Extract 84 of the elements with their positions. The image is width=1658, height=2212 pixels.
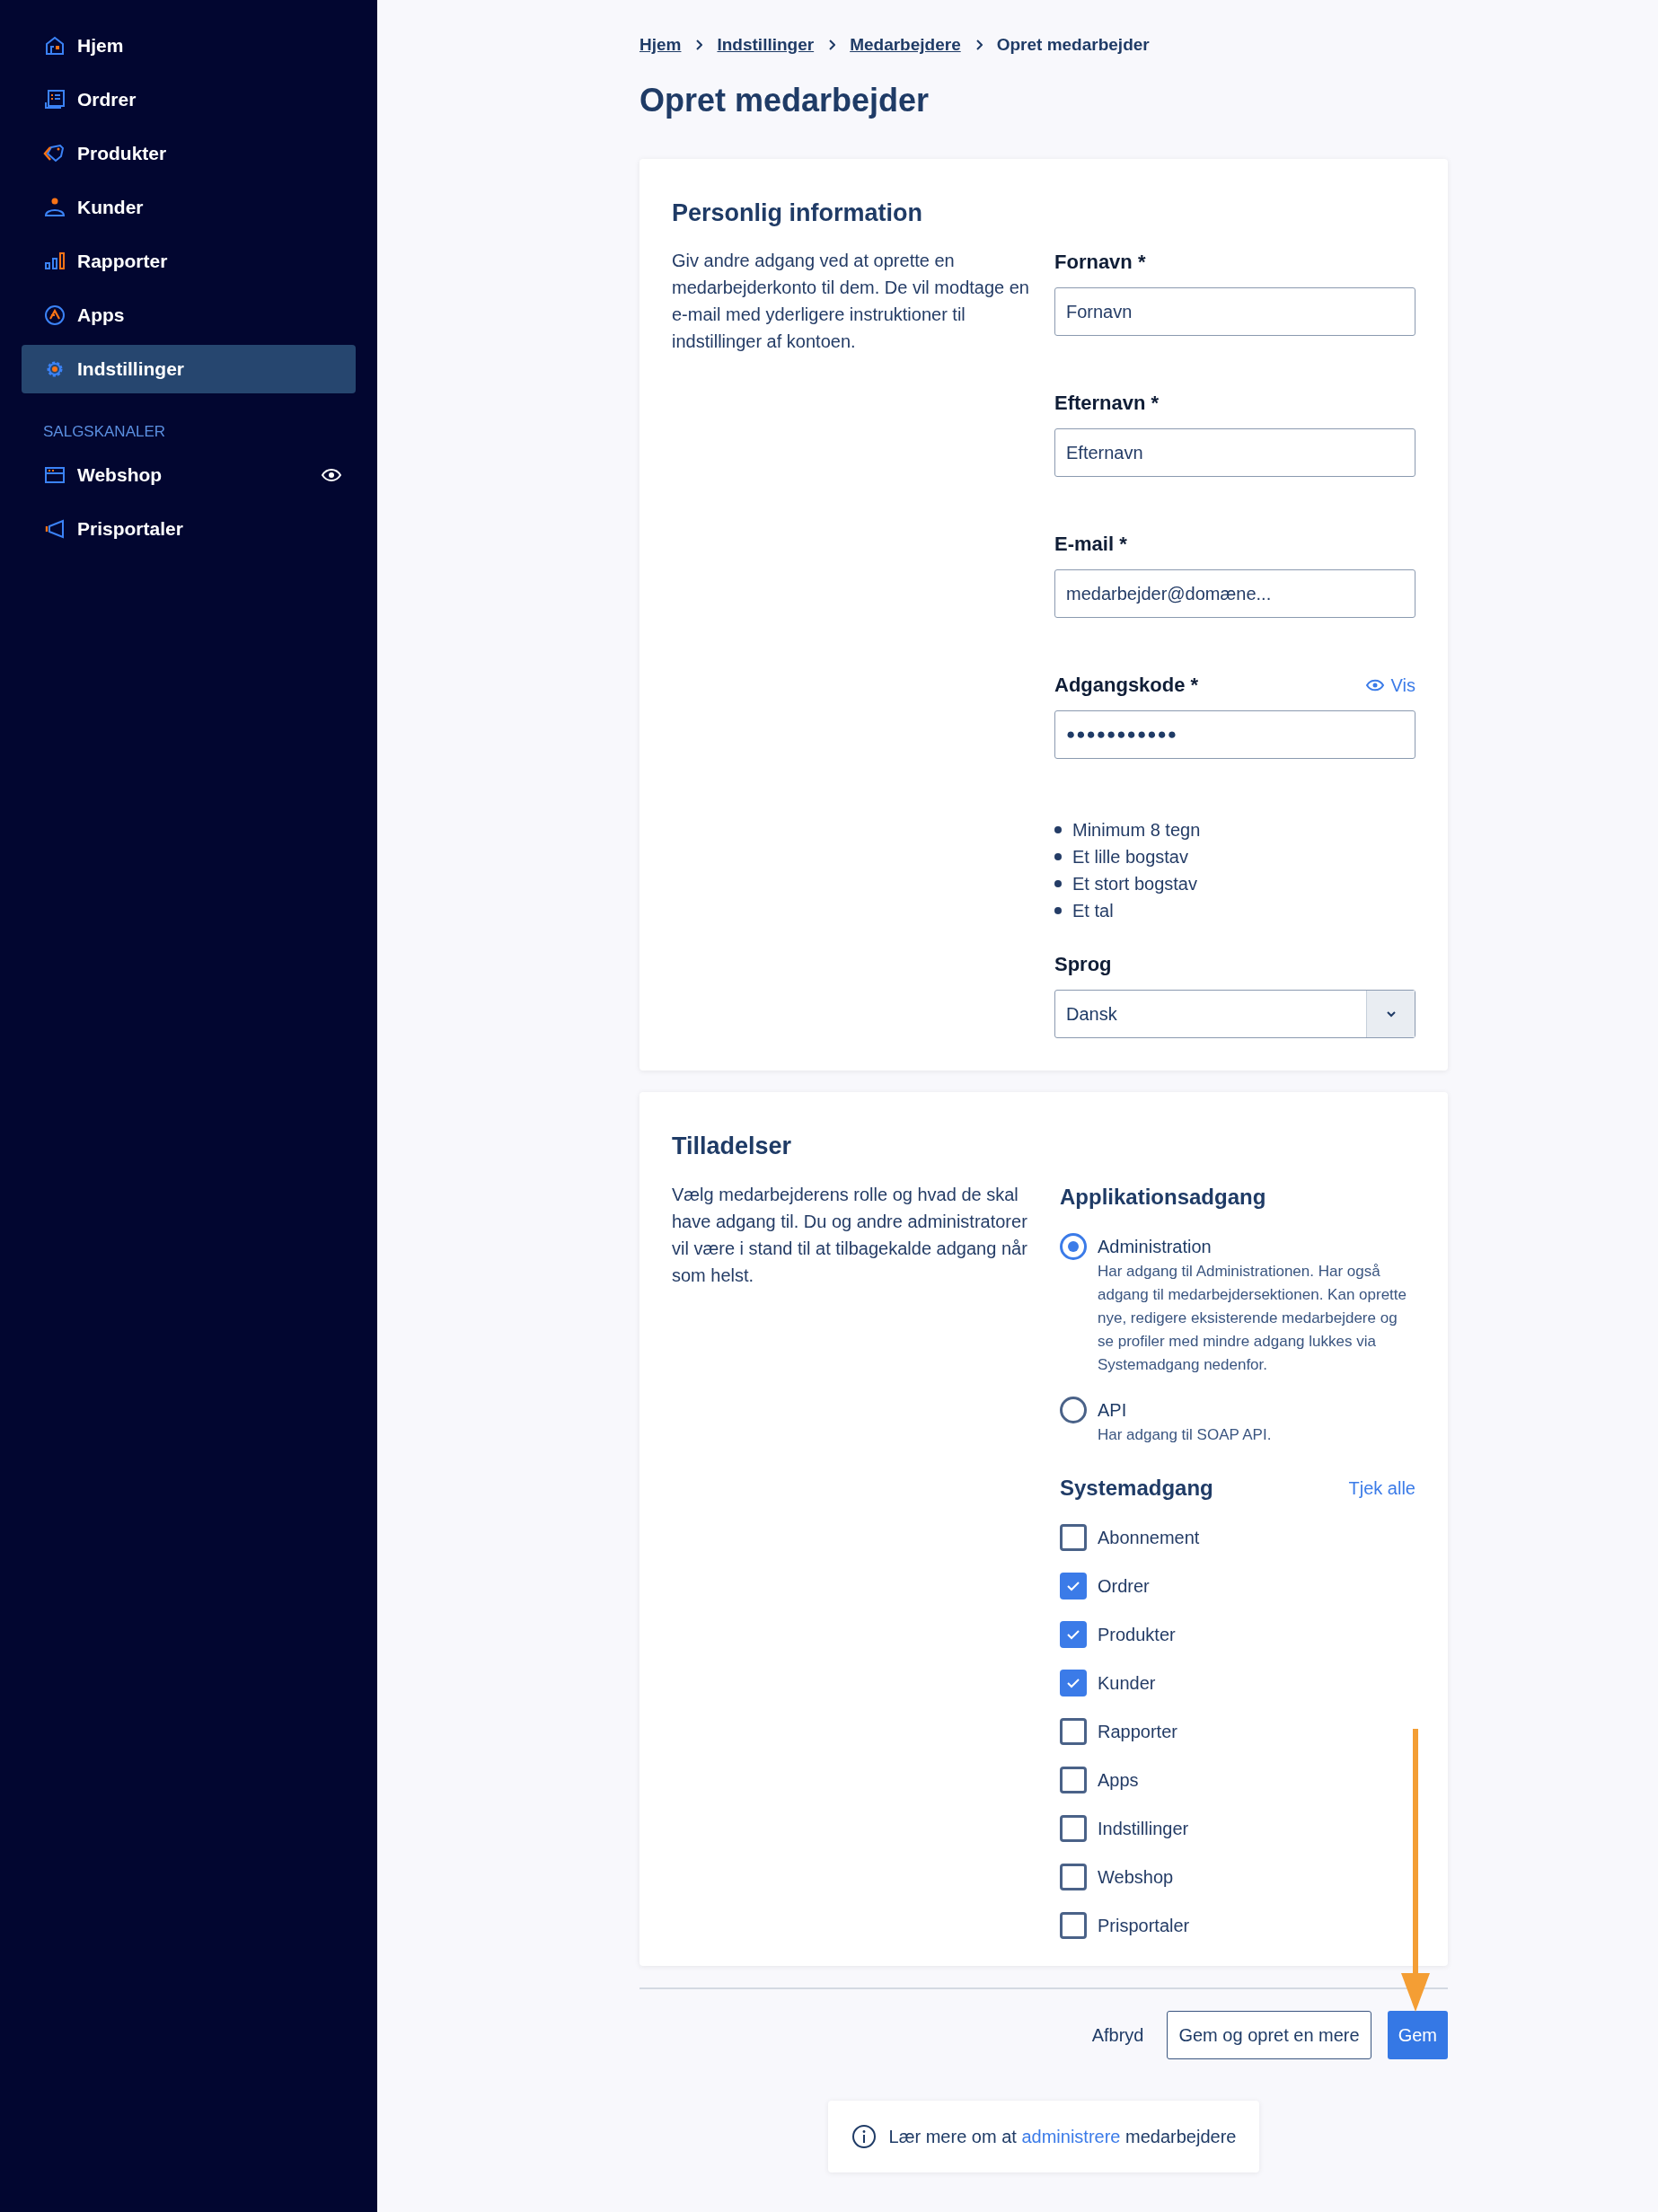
info-text: Lær mere om at administrere medarbejdere bbox=[888, 2125, 1237, 2148]
bullet-icon bbox=[1054, 880, 1062, 887]
nav-item[interactable]: Webshop bbox=[22, 450, 356, 499]
breadcrumb-link[interactable]: Indstillinger bbox=[717, 32, 815, 58]
radio-button[interactable] bbox=[1060, 1232, 1087, 1260]
field-label: Efternavn * bbox=[1054, 391, 1160, 416]
receipt-icon bbox=[43, 88, 66, 111]
option-description: Har adgang til SOAP API. bbox=[1098, 1424, 1272, 1445]
group-heading: Applikationsadgang bbox=[1060, 1183, 1267, 1211]
nav-item[interactable]: Prisportaler bbox=[22, 504, 356, 553]
checkbox-label: Kunder bbox=[1098, 1671, 1156, 1695]
bullet-icon bbox=[1054, 826, 1062, 833]
checkbox-label: Apps bbox=[1098, 1768, 1139, 1792]
page-title: Opret medarbejder bbox=[639, 80, 930, 120]
option-description: Har adgang til Administrationen. Har også adgang til medarbejdersektionen. Kan oprette nye, redigere eksisterende medarbejdere og se profiler med mindre adgang lukkes via Systemadgang nedenfor. bbox=[1098, 1261, 1407, 1375]
nav-item[interactable]: Produkter bbox=[22, 129, 356, 178]
checkbox-label: Ordrer bbox=[1098, 1574, 1150, 1598]
checkbox-label: Webshop bbox=[1098, 1865, 1174, 1889]
section-description: Giv andre adgang ved at oprette en medarbejderkonto til dem. De vil modtage en e-mail med yderligere instruktioner til indstillinger af kontoen. bbox=[672, 250, 1030, 353]
checkbox[interactable] bbox=[1060, 1766, 1087, 1793]
checkbox[interactable] bbox=[1060, 1572, 1087, 1600]
show-password-link[interactable]: Vis bbox=[1365, 671, 1415, 699]
nav-item[interactable]: Hjem bbox=[22, 22, 356, 70]
home-icon bbox=[43, 34, 66, 57]
person-icon bbox=[43, 196, 66, 219]
info-icon bbox=[851, 2123, 877, 2149]
input-field[interactable]: medarbejder@domæne... bbox=[1054, 569, 1415, 618]
nav-item[interactable]: Indstillinger bbox=[22, 345, 356, 393]
save-and-new-button[interactable]: Gem og opret en mere bbox=[1167, 2010, 1371, 2059]
section-heading: Tilladelser bbox=[672, 1132, 793, 1161]
section-heading: Personlig information bbox=[672, 198, 924, 228]
checkbox-label: Abonnement bbox=[1098, 1526, 1200, 1549]
checkbox[interactable] bbox=[1060, 1717, 1087, 1745]
breadcrumb-link[interactable]: Medarbejdere bbox=[850, 32, 961, 58]
checkbox[interactable] bbox=[1060, 1911, 1087, 1939]
eye-icon bbox=[1365, 678, 1384, 692]
breadcrumb-current: Opret medarbejder bbox=[996, 34, 1150, 56]
requirement-text: Et stort bogstav bbox=[1072, 873, 1197, 895]
field-label: Adgangskode * bbox=[1054, 673, 1199, 698]
checkbox-label: Produkter bbox=[1098, 1623, 1176, 1646]
save-button[interactable]: Gem bbox=[1387, 2010, 1448, 2059]
radio-label: Administration bbox=[1098, 1235, 1213, 1258]
requirement-text: Et tal bbox=[1072, 900, 1114, 922]
radio-button[interactable] bbox=[1060, 1396, 1087, 1423]
checkbox[interactable] bbox=[1060, 1523, 1087, 1551]
checkmark-icon bbox=[1066, 1677, 1080, 1688]
checkbox[interactable] bbox=[1060, 1620, 1087, 1648]
field-label: E-mail * bbox=[1054, 532, 1127, 557]
checkbox[interactable] bbox=[1060, 1669, 1087, 1696]
chevron-right-icon bbox=[975, 40, 983, 51]
checkmark-icon bbox=[1066, 1628, 1080, 1640]
field-label: Fornavn * bbox=[1054, 250, 1146, 275]
password-field[interactable]: ●●●●●●●●●●● bbox=[1054, 710, 1415, 759]
requirement-text: Et lille bogstav bbox=[1072, 846, 1188, 868]
checkbox-label: Prisportaler bbox=[1098, 1914, 1190, 1937]
input-field[interactable]: Fornavn bbox=[1054, 287, 1415, 336]
chevron-right-icon bbox=[695, 40, 703, 51]
nav-item[interactable]: Ordrer bbox=[22, 75, 356, 124]
chevron-right-icon bbox=[828, 40, 836, 51]
checkbox[interactable] bbox=[1060, 1814, 1087, 1842]
input-field[interactable]: Efternavn bbox=[1054, 428, 1415, 477]
learn-more-link[interactable]: administrere bbox=[1021, 2126, 1121, 2146]
requirement-text: Minimum 8 tegn bbox=[1072, 819, 1201, 842]
breadcrumb-link[interactable]: Hjem bbox=[639, 32, 682, 58]
nav-item[interactable]: Apps bbox=[22, 291, 356, 339]
bullet-icon bbox=[1054, 853, 1062, 860]
field-label: Sprog bbox=[1054, 952, 1113, 977]
section-description: Vælg medarbejderens rolle og hvad de skal have adgang til. Du og andre administratorer vil være i stand til at tilbagekalde adgang når som helst. bbox=[672, 1183, 1028, 1287]
checkbox[interactable] bbox=[1060, 1863, 1087, 1890]
nav-item[interactable]: Rapporter bbox=[22, 237, 356, 286]
apps-icon bbox=[43, 304, 66, 327]
language-select[interactable]: Dansk bbox=[1054, 990, 1415, 1038]
checkbox-label: Rapporter bbox=[1098, 1720, 1177, 1743]
cancel-button[interactable]: Afbryd bbox=[1084, 2010, 1151, 2059]
checkbox-label: Indstillinger bbox=[1098, 1817, 1189, 1840]
section-label: SALGSKANALER bbox=[42, 422, 167, 442]
chevron-down-icon bbox=[1385, 1010, 1397, 1018]
eye-icon[interactable] bbox=[322, 467, 341, 482]
nav-item[interactable]: Kunder bbox=[22, 183, 356, 232]
bullet-icon bbox=[1054, 907, 1062, 914]
radio-label: API bbox=[1098, 1398, 1128, 1422]
group-heading: Systemadgang bbox=[1060, 1474, 1213, 1502]
checkmark-icon bbox=[1066, 1580, 1080, 1591]
check-all-link[interactable]: Tjek alle bbox=[1348, 1474, 1415, 1502]
